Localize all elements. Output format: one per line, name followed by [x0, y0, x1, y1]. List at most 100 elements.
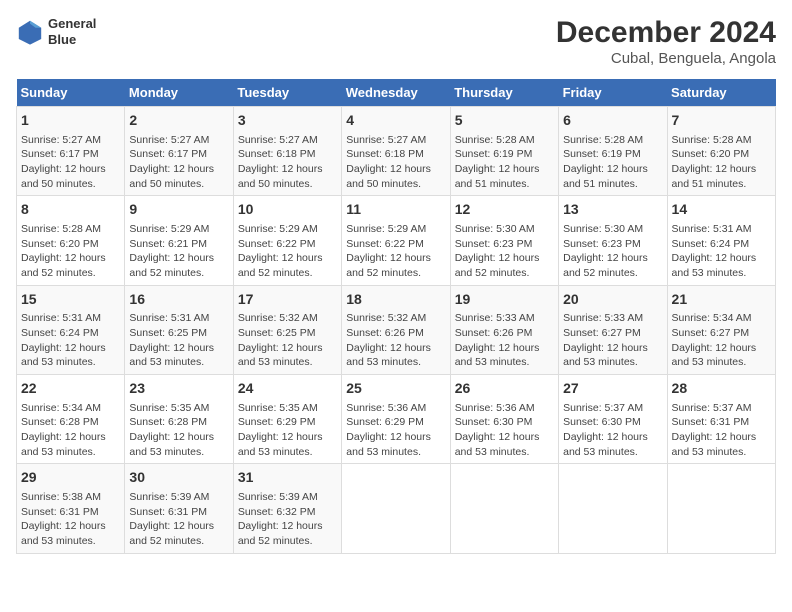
- day-number: 21: [672, 290, 771, 310]
- column-header-wednesday: Wednesday: [342, 79, 450, 107]
- calendar-cell: 25Sunrise: 5:36 AMSunset: 6:29 PMDayligh…: [342, 375, 450, 464]
- calendar-cell: 24Sunrise: 5:35 AMSunset: 6:29 PMDayligh…: [233, 375, 341, 464]
- calendar-cell: 22Sunrise: 5:34 AMSunset: 6:28 PMDayligh…: [17, 375, 125, 464]
- cell-detail: Sunrise: 5:27 AMSunset: 6:17 PMDaylight:…: [21, 133, 120, 192]
- column-header-saturday: Saturday: [667, 79, 775, 107]
- calendar-cell: 13Sunrise: 5:30 AMSunset: 6:23 PMDayligh…: [559, 196, 667, 285]
- column-header-monday: Monday: [125, 79, 233, 107]
- day-number: 31: [238, 468, 337, 488]
- cell-detail: Sunrise: 5:30 AMSunset: 6:23 PMDaylight:…: [563, 222, 662, 281]
- calendar-cell: 30Sunrise: 5:39 AMSunset: 6:31 PMDayligh…: [125, 464, 233, 553]
- day-number: 2: [129, 111, 228, 131]
- calendar-cell: [342, 464, 450, 553]
- calendar-cell: 5Sunrise: 5:28 AMSunset: 6:19 PMDaylight…: [450, 107, 558, 196]
- cell-detail: Sunrise: 5:32 AMSunset: 6:25 PMDaylight:…: [238, 311, 337, 370]
- day-number: 7: [672, 111, 771, 131]
- calendar-cell: 4Sunrise: 5:27 AMSunset: 6:18 PMDaylight…: [342, 107, 450, 196]
- column-header-thursday: Thursday: [450, 79, 558, 107]
- calendar-cell: 19Sunrise: 5:33 AMSunset: 6:26 PMDayligh…: [450, 285, 558, 374]
- day-number: 20: [563, 290, 662, 310]
- calendar-cell: 15Sunrise: 5:31 AMSunset: 6:24 PMDayligh…: [17, 285, 125, 374]
- calendar-cell: 14Sunrise: 5:31 AMSunset: 6:24 PMDayligh…: [667, 196, 775, 285]
- day-number: 18: [346, 290, 445, 310]
- day-number: 3: [238, 111, 337, 131]
- logo: General Blue: [16, 16, 96, 47]
- cell-detail: Sunrise: 5:33 AMSunset: 6:26 PMDaylight:…: [455, 311, 554, 370]
- column-header-friday: Friday: [559, 79, 667, 107]
- cell-detail: Sunrise: 5:28 AMSunset: 6:19 PMDaylight:…: [455, 133, 554, 192]
- cell-detail: Sunrise: 5:28 AMSunset: 6:19 PMDaylight:…: [563, 133, 662, 192]
- calendar-header-row: SundayMondayTuesdayWednesdayThursdayFrid…: [17, 79, 776, 107]
- calendar-cell: 26Sunrise: 5:36 AMSunset: 6:30 PMDayligh…: [450, 375, 558, 464]
- cell-detail: Sunrise: 5:29 AMSunset: 6:22 PMDaylight:…: [238, 222, 337, 281]
- calendar-cell: 1Sunrise: 5:27 AMSunset: 6:17 PMDaylight…: [17, 107, 125, 196]
- day-number: 27: [563, 379, 662, 399]
- calendar-week-row: 29Sunrise: 5:38 AMSunset: 6:31 PMDayligh…: [17, 464, 776, 553]
- day-number: 12: [455, 200, 554, 220]
- cell-detail: Sunrise: 5:30 AMSunset: 6:23 PMDaylight:…: [455, 222, 554, 281]
- cell-detail: Sunrise: 5:27 AMSunset: 6:17 PMDaylight:…: [129, 133, 228, 192]
- calendar-cell: 6Sunrise: 5:28 AMSunset: 6:19 PMDaylight…: [559, 107, 667, 196]
- day-number: 10: [238, 200, 337, 220]
- cell-detail: Sunrise: 5:39 AMSunset: 6:32 PMDaylight:…: [238, 490, 337, 549]
- cell-detail: Sunrise: 5:34 AMSunset: 6:27 PMDaylight:…: [672, 311, 771, 370]
- day-number: 24: [238, 379, 337, 399]
- day-number: 9: [129, 200, 228, 220]
- calendar-cell: 2Sunrise: 5:27 AMSunset: 6:17 PMDaylight…: [125, 107, 233, 196]
- page-title: December 2024: [556, 16, 776, 50]
- logo-line1: General: [48, 16, 96, 32]
- calendar-cell: 27Sunrise: 5:37 AMSunset: 6:30 PMDayligh…: [559, 375, 667, 464]
- calendar-cell: 31Sunrise: 5:39 AMSunset: 6:32 PMDayligh…: [233, 464, 341, 553]
- cell-detail: Sunrise: 5:36 AMSunset: 6:29 PMDaylight:…: [346, 401, 445, 460]
- cell-detail: Sunrise: 5:27 AMSunset: 6:18 PMDaylight:…: [238, 133, 337, 192]
- calendar-cell: 29Sunrise: 5:38 AMSunset: 6:31 PMDayligh…: [17, 464, 125, 553]
- day-number: 28: [672, 379, 771, 399]
- cell-detail: Sunrise: 5:31 AMSunset: 6:24 PMDaylight:…: [672, 222, 771, 281]
- calendar-table: SundayMondayTuesdayWednesdayThursdayFrid…: [16, 79, 776, 554]
- calendar-cell: [450, 464, 558, 553]
- logo-icon: [16, 18, 44, 46]
- day-number: 22: [21, 379, 120, 399]
- cell-detail: Sunrise: 5:31 AMSunset: 6:24 PMDaylight:…: [21, 311, 120, 370]
- day-number: 13: [563, 200, 662, 220]
- cell-detail: Sunrise: 5:34 AMSunset: 6:28 PMDaylight:…: [21, 401, 120, 460]
- cell-detail: Sunrise: 5:39 AMSunset: 6:31 PMDaylight:…: [129, 490, 228, 549]
- calendar-cell: 21Sunrise: 5:34 AMSunset: 6:27 PMDayligh…: [667, 285, 775, 374]
- cell-detail: Sunrise: 5:31 AMSunset: 6:25 PMDaylight:…: [129, 311, 228, 370]
- calendar-cell: 16Sunrise: 5:31 AMSunset: 6:25 PMDayligh…: [125, 285, 233, 374]
- day-number: 11: [346, 200, 445, 220]
- day-number: 4: [346, 111, 445, 131]
- cell-detail: Sunrise: 5:29 AMSunset: 6:21 PMDaylight:…: [129, 222, 228, 281]
- calendar-week-row: 22Sunrise: 5:34 AMSunset: 6:28 PMDayligh…: [17, 375, 776, 464]
- calendar-cell: 3Sunrise: 5:27 AMSunset: 6:18 PMDaylight…: [233, 107, 341, 196]
- calendar-cell: 10Sunrise: 5:29 AMSunset: 6:22 PMDayligh…: [233, 196, 341, 285]
- cell-detail: Sunrise: 5:35 AMSunset: 6:29 PMDaylight:…: [238, 401, 337, 460]
- calendar-cell: [559, 464, 667, 553]
- cell-detail: Sunrise: 5:27 AMSunset: 6:18 PMDaylight:…: [346, 133, 445, 192]
- day-number: 29: [21, 468, 120, 488]
- cell-detail: Sunrise: 5:35 AMSunset: 6:28 PMDaylight:…: [129, 401, 228, 460]
- cell-detail: Sunrise: 5:37 AMSunset: 6:30 PMDaylight:…: [563, 401, 662, 460]
- title-block: December 2024 Cubal, Benguela, Angola: [556, 16, 776, 67]
- day-number: 26: [455, 379, 554, 399]
- calendar-cell: 9Sunrise: 5:29 AMSunset: 6:21 PMDaylight…: [125, 196, 233, 285]
- cell-detail: Sunrise: 5:29 AMSunset: 6:22 PMDaylight:…: [346, 222, 445, 281]
- calendar-cell: 23Sunrise: 5:35 AMSunset: 6:28 PMDayligh…: [125, 375, 233, 464]
- logo-line2: Blue: [48, 32, 96, 48]
- logo-text: General Blue: [48, 16, 96, 47]
- day-number: 19: [455, 290, 554, 310]
- cell-detail: Sunrise: 5:38 AMSunset: 6:31 PMDaylight:…: [21, 490, 120, 549]
- calendar-cell: 8Sunrise: 5:28 AMSunset: 6:20 PMDaylight…: [17, 196, 125, 285]
- calendar-cell: 7Sunrise: 5:28 AMSunset: 6:20 PMDaylight…: [667, 107, 775, 196]
- day-number: 16: [129, 290, 228, 310]
- page-header: General Blue December 2024 Cubal, Bengue…: [16, 16, 776, 67]
- calendar-cell: 17Sunrise: 5:32 AMSunset: 6:25 PMDayligh…: [233, 285, 341, 374]
- cell-detail: Sunrise: 5:37 AMSunset: 6:31 PMDaylight:…: [672, 401, 771, 460]
- column-header-tuesday: Tuesday: [233, 79, 341, 107]
- day-number: 30: [129, 468, 228, 488]
- day-number: 6: [563, 111, 662, 131]
- day-number: 23: [129, 379, 228, 399]
- day-number: 17: [238, 290, 337, 310]
- day-number: 5: [455, 111, 554, 131]
- calendar-cell: 28Sunrise: 5:37 AMSunset: 6:31 PMDayligh…: [667, 375, 775, 464]
